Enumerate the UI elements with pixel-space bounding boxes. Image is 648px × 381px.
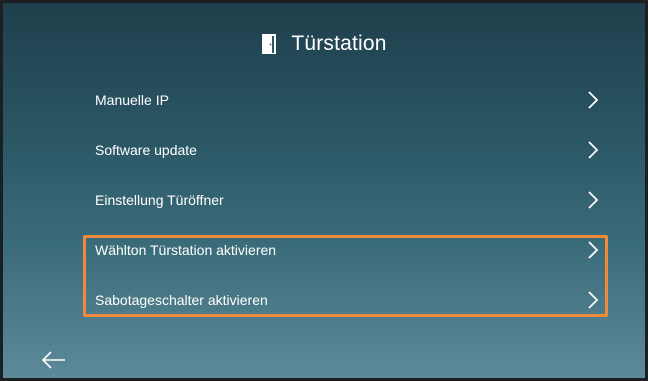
arrow-left-icon: [41, 350, 67, 370]
highlight-box: [83, 235, 608, 317]
header: Türstation: [3, 29, 645, 59]
menu-item-manuelle-ip[interactable]: Manuelle IP: [95, 77, 607, 123]
back-button[interactable]: [41, 350, 67, 370]
screen: Türstation Manuelle IP Software update E…: [0, 0, 648, 381]
menu-item-label: Manuelle IP: [95, 92, 169, 108]
menu-item-einstellung-tueroeffner[interactable]: Einstellung Türöffner: [95, 177, 607, 223]
chevron-right-icon: [587, 90, 599, 110]
menu-item-software-update[interactable]: Software update: [95, 127, 607, 173]
menu-item-label: Einstellung Türöffner: [95, 192, 224, 208]
menu-item-label: Software update: [95, 142, 197, 158]
page-title: Türstation: [291, 32, 387, 55]
chevron-right-icon: [587, 140, 599, 160]
chevron-right-icon: [587, 190, 599, 210]
door-icon: [261, 33, 277, 55]
